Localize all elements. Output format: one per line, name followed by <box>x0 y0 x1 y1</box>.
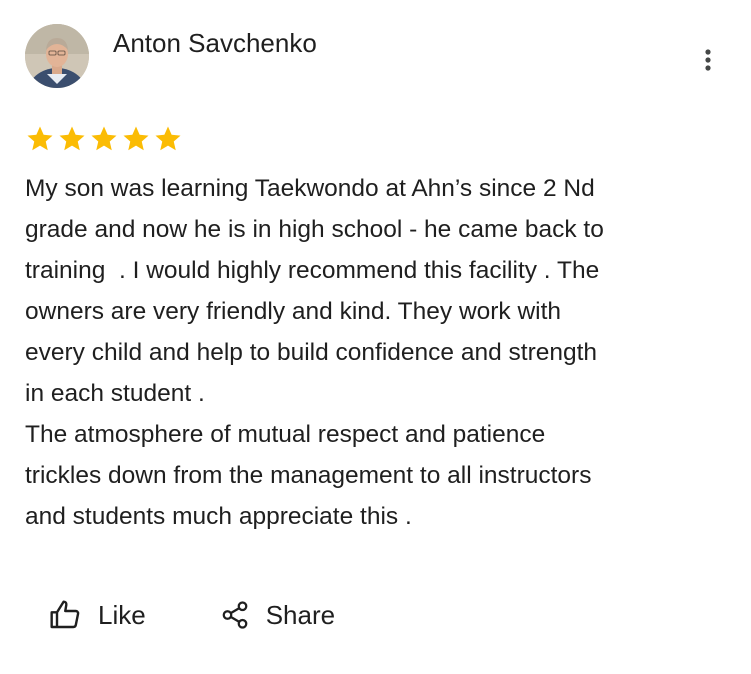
review-card: Anton Savchenko My son was learning Taek… <box>0 0 751 674</box>
like-label: Like <box>98 599 146 630</box>
star-icon <box>121 124 151 154</box>
star-icon <box>25 124 55 154</box>
star-icon <box>57 124 87 154</box>
review-text: My son was learning Taekwondo at Ahn’s s… <box>25 175 604 530</box>
avatar[interactable] <box>25 24 89 88</box>
more-vert-icon <box>705 49 711 71</box>
share-button[interactable]: Share <box>220 595 335 635</box>
avatar-photo-icon <box>25 24 89 88</box>
like-button[interactable]: Like <box>48 595 146 635</box>
author-name[interactable]: Anton Savchenko <box>113 26 317 60</box>
star-icon <box>89 124 119 154</box>
review-actions: Like Share <box>48 595 335 635</box>
star-icon <box>153 124 183 154</box>
share-label: Share <box>265 599 336 630</box>
thumb-up-icon <box>50 600 80 629</box>
star-rating <box>25 124 183 154</box>
more-options-button[interactable] <box>694 42 722 78</box>
share-icon <box>222 601 248 629</box>
